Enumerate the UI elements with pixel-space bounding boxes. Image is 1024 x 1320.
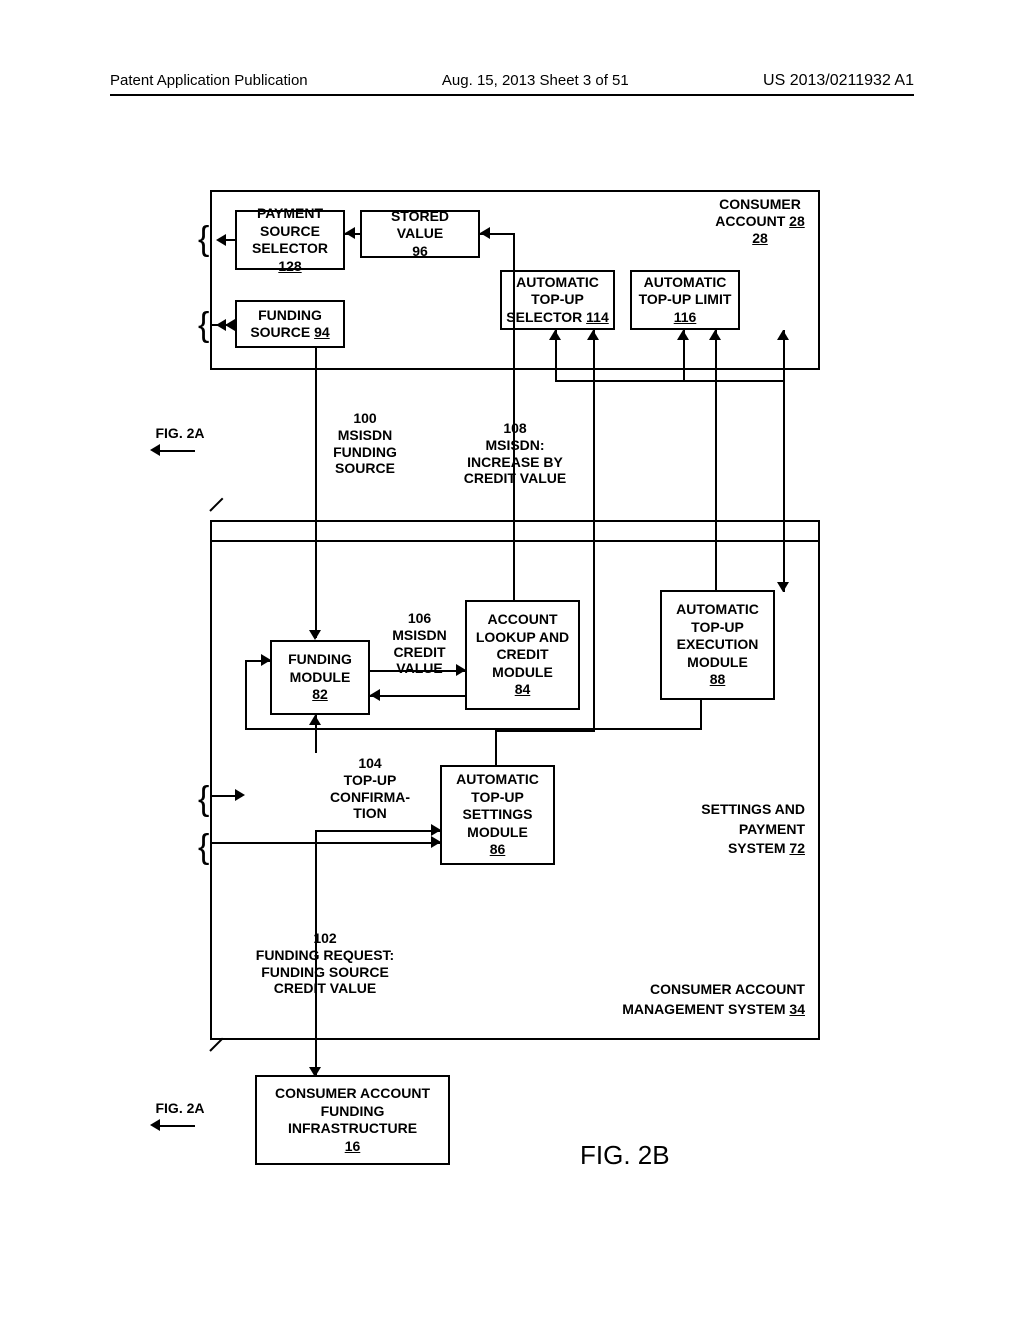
figure-label: FIG. 2B (580, 1140, 670, 1171)
settings-module-box: AUTOMATIC TOP-UP SETTINGS MODULE 86 (440, 765, 555, 865)
infra-box: CONSUMER ACCOUNT FUNDING INFRASTRUCTURE … (255, 1075, 450, 1165)
crossref-bottom: FIG. 2A (150, 1100, 210, 1117)
inner-divider (210, 540, 820, 542)
auto-topup-limit-box: AUTOMATIC TOP-UP LIMIT 116 (630, 270, 740, 330)
exec-module-box: AUTOMATIC TOP-UP EXECUTION MODULE 88 (660, 590, 775, 700)
flow-104: 104 TOP-UP CONFIRMA- TION (320, 755, 420, 822)
payment-source-selector-box: PAYMENT SOURCE SELECTOR 128 (235, 210, 345, 270)
crossref-top: FIG. 2A (150, 425, 210, 442)
header-right: US 2013/0211932 A1 (763, 72, 914, 90)
stored-value-box: STORED VALUE 96 (360, 210, 480, 258)
flow-106: 106 MSISDN CREDIT VALUE (382, 610, 457, 677)
flow-100: 100 MSISDN FUNDING SOURCE (320, 410, 410, 477)
header-left: Patent Application Publication (110, 72, 308, 89)
cams-label: CONSUMER ACCOUNT MANAGEMENT SYSTEM 34 (555, 980, 805, 1019)
settings-payment-label: SETTINGS AND PAYMENT SYSTEM 72 (630, 800, 805, 859)
page-header: Patent Application Publication Aug. 15, … (110, 72, 914, 96)
figure: CONSUMER ACCOUNT 28 CONSUMERACCOUNT 28 P… (150, 170, 850, 1170)
curly-3: { (198, 782, 209, 816)
lookup-module-box: ACCOUNT LOOKUP AND CREDIT MODULE 84 (465, 600, 580, 710)
flow-108: 108 MSISDN: INCREASE BY CREDIT VALUE (455, 420, 575, 487)
curly-2: { (198, 308, 209, 342)
auto-topup-selector-box: AUTOMATIC TOP-UP SELECTOR 114 (500, 270, 615, 330)
funding-module-box: FUNDING MODULE 82 (270, 640, 370, 715)
curly-4: { (198, 830, 209, 864)
curly-1: { (198, 222, 209, 256)
flow-102: 102 FUNDING REQUEST: FUNDING SOURCE CRED… (245, 930, 405, 997)
header-center: Aug. 15, 2013 Sheet 3 of 51 (442, 72, 629, 89)
consumer-account-title-lines: CONSUMERACCOUNT 28 (705, 196, 815, 230)
funding-source-box: FUNDING SOURCE 94 (235, 300, 345, 348)
page: Patent Application Publication Aug. 15, … (0, 0, 1024, 1320)
